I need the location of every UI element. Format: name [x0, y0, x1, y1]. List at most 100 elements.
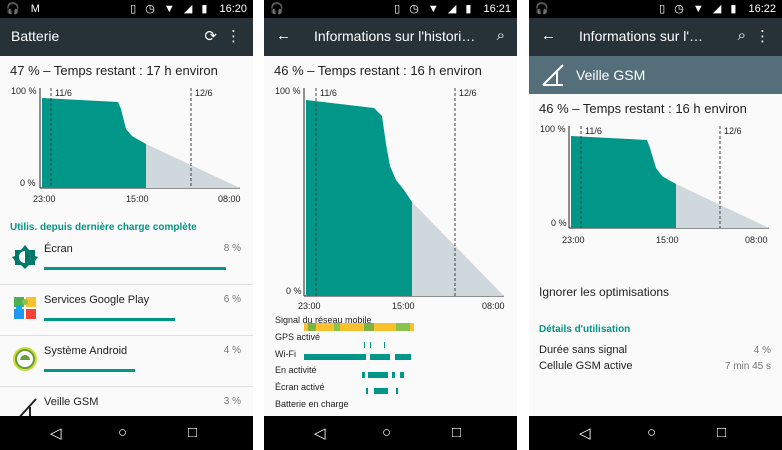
usage-item-name: Services Google Play — [44, 294, 150, 306]
usage-bar — [44, 318, 175, 321]
status-right: ▯ ◷ ▼ ◢ ▮ 16:22 — [659, 2, 776, 15]
status-bar: 🎧 M ▯ ◷ ▼ ◢ ▮ 16:20 — [0, 0, 253, 18]
status-right: ▯ ◷ ▼ ◢ ▮ 16:20 — [130, 2, 247, 15]
day-label-1: 11/6 — [585, 126, 602, 136]
home-icon[interactable]: ○ — [118, 424, 127, 441]
more-options-icon[interactable]: ⋮ — [226, 27, 241, 45]
x-label-mid: 15:00 — [656, 235, 679, 245]
app-name: Veille GSM — [576, 67, 646, 83]
app-header-banner: Veille GSM — [529, 56, 782, 94]
brightness-icon — [12, 245, 38, 269]
status-right: ▯ ◷ ▼ ◢ ▮ 16:21 — [394, 2, 511, 15]
battery-summary: 47 % – Temps restant : 17 h environ — [10, 63, 218, 78]
usage-section-header: Utilis. depuis dernière charge complète — [10, 222, 197, 233]
y-axis-bottom-label: 0 % — [551, 218, 567, 228]
battery-history-chart: 100 % 0 % 11/6 12/6 23:00 15:00 08:00 — [275, 86, 505, 311]
usage-item-screen[interactable]: Écran 8 % — [0, 234, 253, 285]
y-axis-top-label: 100 % — [275, 86, 301, 96]
detail-value: 7 min 45 s — [724, 361, 771, 372]
detail-label: Durée sans signal — [539, 344, 628, 356]
usage-bar — [44, 369, 135, 372]
active-track — [362, 372, 404, 378]
day-label-2: 12/6 — [724, 126, 742, 136]
puzzle-icon — [14, 297, 36, 319]
recents-icon[interactable]: □ — [717, 424, 726, 441]
gsm-standby-screen: 🎧 ▯ ◷ ▼ ◢ ▮ 16:22 ← Informations sur l'…… — [529, 0, 782, 450]
back-icon[interactable]: ◁ — [579, 424, 591, 442]
usage-details-header: Détails d'utilisation — [539, 324, 631, 335]
battery-level-area — [42, 98, 146, 188]
app-toolbar: Batterie ⟳ ⋮ — [0, 18, 253, 56]
system-icons: ▯ ◷ ▼ ◢ ▮ — [659, 3, 740, 15]
projection-area — [412, 202, 504, 296]
usage-item-percent: 6 % — [223, 294, 241, 305]
usage-item-google-play-services[interactable]: Services Google Play 6 % — [0, 285, 253, 336]
search-icon[interactable]: ⌕ — [738, 27, 746, 44]
refresh-icon[interactable]: ⟳ — [204, 27, 217, 45]
gps-track — [364, 342, 385, 348]
usage-item-name: Écran — [44, 243, 73, 255]
x-label-start: 23:00 — [562, 235, 585, 245]
usage-item-percent: 4 % — [223, 345, 241, 356]
navigation-bar: ◁ ○ □ — [529, 416, 782, 450]
projection-area — [146, 144, 240, 188]
signal-icon — [542, 64, 564, 86]
usage-item-percent: 8 % — [223, 243, 241, 254]
notification-icons: 🎧 — [270, 3, 288, 15]
day-label-2: 12/6 — [459, 88, 477, 98]
x-label-end: 08:00 — [482, 301, 505, 311]
detail-row-gsm-cell-active: Cellule GSM active 7 min 45 s — [539, 360, 771, 372]
x-label-mid: 15:00 — [126, 194, 149, 204]
y-axis-bottom-label: 0 % — [20, 178, 36, 188]
usage-item-name: Système Android — [44, 345, 128, 357]
usage-item-android-system[interactable]: Système Android 4 % — [0, 336, 253, 387]
day-label-1: 11/6 — [320, 88, 337, 98]
battery-chart: 100 % 0 % 11/6 12/6 23:00 15:00 08:00 — [540, 124, 769, 245]
projection-area — [676, 184, 769, 228]
notification-icons: 🎧 — [535, 3, 553, 15]
history-label-wifi: Wi-Fi — [275, 349, 296, 359]
ignore-optimizations-button[interactable]: Ignorer les optimisations — [539, 285, 771, 299]
battery-screen: 🎧 M ▯ ◷ ▼ ◢ ▮ 16:20 Batterie ⟳ ⋮ 47 % – … — [0, 0, 253, 450]
notification-icons: 🎧 M — [6, 3, 44, 15]
history-label-charging: Batterie en charge — [275, 399, 349, 409]
page-title: Batterie — [11, 28, 60, 44]
system-icons: ▯ ◷ ▼ ◢ ▮ — [130, 3, 211, 15]
back-arrow-icon[interactable]: ← — [276, 27, 291, 44]
battery-summary: 46 % – Temps restant : 16 h environ — [539, 101, 747, 116]
usage-item-percent: 3 % — [223, 396, 241, 407]
y-axis-top-label: 100 % — [11, 86, 37, 96]
usage-bar — [44, 267, 226, 270]
battery-chart: 100 % 0 % 11/6 12/6 23:00 15:00 08:00 — [11, 86, 241, 204]
app-toolbar: ← Informations sur l'histori… ⌕ — [264, 18, 517, 56]
back-icon[interactable]: ◁ — [314, 424, 326, 442]
battery-level-area — [306, 100, 412, 296]
navigation-bar: ◁ ○ □ — [264, 416, 517, 450]
home-icon[interactable]: ○ — [382, 424, 391, 441]
mobile-signal-track — [304, 323, 414, 331]
more-options-icon[interactable]: ⋮ — [755, 27, 770, 45]
detail-row-no-signal: Durée sans signal 4 % — [539, 344, 771, 356]
page-title: Informations sur l'… — [579, 28, 704, 44]
back-arrow-icon[interactable]: ← — [541, 27, 556, 44]
x-label-mid: 15:00 — [392, 301, 415, 311]
detail-value: 4 % — [753, 345, 771, 356]
search-icon[interactable]: ⌕ — [497, 27, 505, 44]
wifi-track — [304, 354, 411, 360]
x-label-start: 23:00 — [298, 301, 321, 311]
x-label-end: 08:00 — [218, 194, 241, 204]
app-toolbar: ← Informations sur l'… ⌕ ⋮ — [529, 18, 782, 56]
home-icon[interactable]: ○ — [647, 424, 656, 441]
day-label-1: 11/6 — [55, 88, 72, 98]
recents-icon[interactable]: □ — [188, 424, 197, 441]
recents-icon[interactable]: □ — [452, 424, 461, 441]
detail-label: Cellule GSM active — [539, 360, 633, 372]
x-label-start: 23:00 — [33, 194, 56, 204]
battery-summary: 46 % – Temps restant : 16 h environ — [274, 63, 482, 78]
back-icon[interactable]: ◁ — [50, 424, 62, 442]
status-bar: 🎧 ▯ ◷ ▼ ◢ ▮ 16:21 — [264, 0, 517, 18]
navigation-bar: ◁ ○ □ — [0, 416, 253, 450]
y-axis-bottom-label: 0 % — [286, 286, 302, 296]
android-icon — [13, 347, 37, 371]
day-label-2: 12/6 — [195, 88, 213, 98]
